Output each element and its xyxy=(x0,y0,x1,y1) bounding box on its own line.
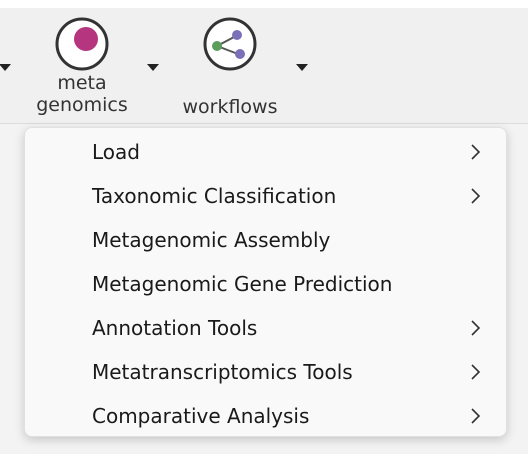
menu-item-label: Annotation Tools xyxy=(92,316,258,340)
workflows-label: workflows xyxy=(182,96,278,118)
menu-item-comparative-analysis[interactable]: Comparative Analysis xyxy=(25,394,508,438)
chevron-right-icon xyxy=(469,318,483,338)
chevron-right-icon xyxy=(469,142,483,162)
menu-item-label: Metagenomic Gene Prediction xyxy=(92,272,393,296)
toolbar: meta genomics workflows xyxy=(0,8,528,124)
menu-item-label: Comparative Analysis xyxy=(92,404,310,428)
menu-item-label: Taxonomic Classification xyxy=(92,184,337,208)
metagenomics-button[interactable]: meta genomics xyxy=(28,16,136,116)
menu-item-annotation-tools[interactable]: Annotation Tools xyxy=(25,306,508,350)
metagenomics-icon xyxy=(52,16,112,72)
top-strip xyxy=(0,0,528,8)
metagenomics-dropdown-menu: Load Taxonomic Classification Metagenomi… xyxy=(24,127,507,437)
metagenomics-label-line2: genomics xyxy=(36,94,128,116)
chevron-right-icon xyxy=(469,186,483,206)
chevron-right-icon xyxy=(469,362,483,382)
metagenomics-dropdown-caret[interactable] xyxy=(147,64,159,71)
chevron-right-icon xyxy=(469,406,483,426)
workflows-icon xyxy=(200,16,260,72)
menu-item-label: Metagenomic Assembly xyxy=(92,228,331,252)
menu-item-metagenomic-assembly[interactable]: Metagenomic Assembly xyxy=(25,218,508,262)
workflows-button[interactable]: workflows xyxy=(172,16,288,118)
workflows-dropdown-caret[interactable] xyxy=(296,64,308,71)
menu-item-label: Metatranscriptomics Tools xyxy=(92,360,353,384)
menu-item-taxonomic-classification[interactable]: Taxonomic Classification xyxy=(25,174,508,218)
menu-item-load[interactable]: Load xyxy=(25,130,508,174)
menu-item-metatranscriptomics-tools[interactable]: Metatranscriptomics Tools xyxy=(25,350,508,394)
menu-item-metagenomic-gene-prediction[interactable]: Metagenomic Gene Prediction xyxy=(25,262,508,306)
menu-item-label: Load xyxy=(92,140,140,164)
metagenomics-label-line1: meta xyxy=(57,72,107,94)
left-dropdown-caret[interactable] xyxy=(0,64,11,71)
